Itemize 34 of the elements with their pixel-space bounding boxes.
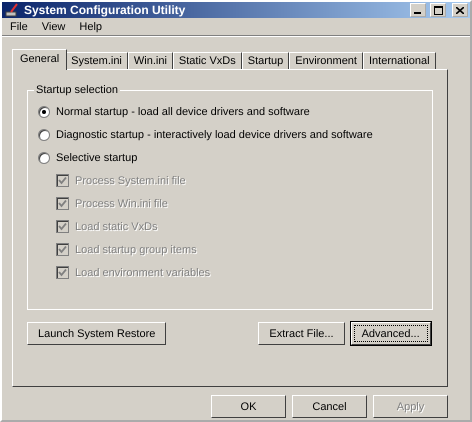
checkbox-label: Load static VxDs — [75, 220, 158, 232]
minimize-button[interactable] — [410, 3, 426, 17]
wrench-icon — [4, 2, 20, 18]
tab[interactable]: Win.ini — [128, 52, 173, 69]
tab[interactable]: Environment — [289, 52, 363, 69]
menu-item[interactable]: File — [10, 21, 28, 33]
maximize-button[interactable] — [430, 3, 446, 17]
close-button[interactable] — [452, 3, 468, 17]
tab[interactable]: General — [12, 49, 68, 70]
tab[interactable]: Startup — [242, 52, 290, 69]
checkbox-label: Process Win.ini file — [75, 198, 168, 210]
tab[interactable]: System.ini — [65, 52, 128, 69]
tab[interactable]: Static VxDs — [172, 52, 242, 69]
panel-button[interactable]: Extract File... — [258, 322, 345, 345]
radio-label: Diagnostic startup - interactively load device drivers and software — [56, 128, 373, 140]
radio-label: Selective startup — [56, 152, 138, 164]
radio-button[interactable] — [38, 128, 50, 140]
radio-label: Normal startup - load all device drivers and software — [56, 106, 310, 118]
menu-item[interactable]: View — [42, 21, 66, 33]
panel-button[interactable]: Launch System Restore — [27, 322, 166, 345]
radio-button[interactable] — [38, 106, 50, 118]
maximize-icon — [434, 6, 442, 14]
window-title: System Configuration Utility — [24, 3, 186, 17]
close-icon — [456, 6, 464, 14]
dialog-button[interactable]: OK — [211, 395, 286, 418]
group-title: Startup selection — [35, 84, 119, 96]
dialog-button[interactable]: Cancel — [292, 395, 367, 418]
radio-button[interactable] — [38, 152, 50, 164]
panel-button[interactable]: Advanced... — [350, 322, 431, 345]
menu-item[interactable]: Help — [79, 21, 102, 33]
checkbox-label: Load environment variables — [75, 266, 210, 278]
checkbox-label: Load startup group items — [75, 244, 197, 256]
checkbox-label: Process System.ini file — [75, 174, 186, 186]
tab[interactable]: International — [363, 52, 436, 69]
